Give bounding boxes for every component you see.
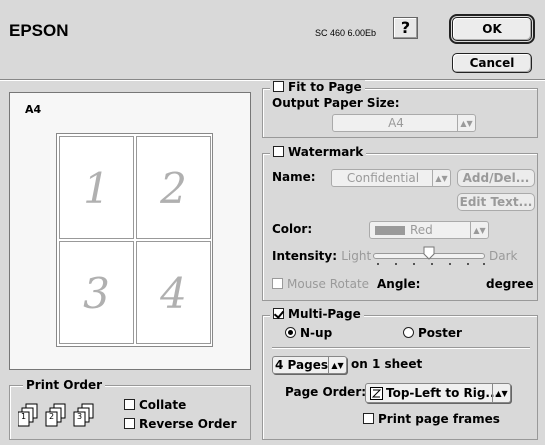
- order-icon-label-1: 1: [21, 412, 27, 421]
- intensity-ticks: [373, 263, 485, 266]
- print-page-frames-box[interactable]: [363, 413, 374, 424]
- popup-arrows-icon: ▲▼: [492, 384, 510, 402]
- epson-logo: EPSON: [9, 21, 69, 40]
- color-swatch: [375, 226, 405, 235]
- nup-radio[interactable]: N-up: [285, 326, 332, 340]
- intensity-label: Intensity: Light: [272, 249, 372, 263]
- reverse-order-checkbox[interactable]: Reverse Order: [124, 417, 236, 431]
- dark-label: Dark: [489, 249, 518, 263]
- watermark-color-select[interactable]: Red ▲▼: [369, 221, 489, 239]
- nup-radio-dot[interactable]: [285, 327, 296, 338]
- collate-checkbox[interactable]: Collate: [124, 398, 186, 412]
- preview-sheet: 1 2 3 4: [56, 133, 213, 347]
- multi-page-checkbox[interactable]: Multi-Page: [270, 307, 364, 321]
- reverse-order-box[interactable]: [124, 418, 135, 429]
- cancel-button[interactable]: Cancel: [452, 53, 532, 73]
- multi-page-divider: [272, 347, 530, 349]
- help-button[interactable]: ?: [393, 17, 418, 39]
- watermark-color-label: Color:: [272, 222, 313, 236]
- on-one-sheet-label: on 1 sheet: [351, 357, 423, 371]
- degree-label: degree: [486, 277, 534, 291]
- print-order-title: Print Order: [23, 378, 106, 392]
- ok-button[interactable]: OK: [449, 14, 535, 44]
- fit-to-page-box[interactable]: [273, 81, 284, 92]
- order-icon-label-3: 3: [77, 412, 83, 421]
- watermark-checkbox[interactable]: Watermark: [270, 145, 367, 159]
- preview-page-2: 2: [136, 136, 211, 239]
- page-order-label: Page Order:: [285, 385, 367, 399]
- popup-arrows-icon: ▲▼: [328, 357, 346, 373]
- watermark-name-label: Name:: [272, 170, 316, 184]
- order-icon-label-2: 2: [49, 412, 55, 421]
- paper-size-label: A4: [25, 103, 42, 116]
- preview-page-1: 1: [59, 136, 134, 239]
- output-paper-size-select[interactable]: A4 ▲▼: [332, 114, 476, 132]
- preview-page-3: 3: [59, 241, 134, 344]
- print-order-icons: [18, 403, 94, 427]
- popup-arrows-icon: ▲▼: [457, 115, 475, 131]
- pages-per-sheet-select[interactable]: 4 Pages ▲▼: [272, 356, 347, 374]
- watermark-box[interactable]: [273, 146, 284, 157]
- mouse-rotate-box[interactable]: [272, 278, 283, 289]
- mouse-rotate-checkbox[interactable]: Mouse Rotate: [272, 277, 369, 291]
- edit-text-button[interactable]: Edit Text...: [457, 193, 535, 211]
- page-order-select[interactable]: Top-Left to Rig... ▲▼: [365, 383, 511, 403]
- print-page-frames-checkbox[interactable]: Print page frames: [363, 412, 500, 426]
- poster-radio[interactable]: Poster: [403, 326, 462, 340]
- driver-version: SC 460 6.00Eb: [315, 28, 377, 38]
- angle-label: Angle:: [377, 277, 421, 291]
- popup-arrows-icon: ▲▼: [470, 222, 488, 238]
- poster-radio-dot[interactable]: [403, 327, 414, 338]
- multi-page-box[interactable]: [273, 308, 284, 319]
- output-paper-size-label: Output Paper Size:: [272, 96, 400, 110]
- watermark-name-select[interactable]: Confidential ▲▼: [331, 169, 451, 187]
- collate-box[interactable]: [124, 399, 135, 410]
- fit-to-page-checkbox[interactable]: Fit to Page: [270, 80, 365, 94]
- add-del-button[interactable]: Add/Del...: [457, 169, 535, 187]
- page-order-icon: [370, 387, 383, 400]
- intensity-slider-thumb[interactable]: [423, 246, 435, 260]
- preview-page-4: 4: [136, 241, 211, 344]
- popup-arrows-icon: ▲▼: [432, 170, 450, 186]
